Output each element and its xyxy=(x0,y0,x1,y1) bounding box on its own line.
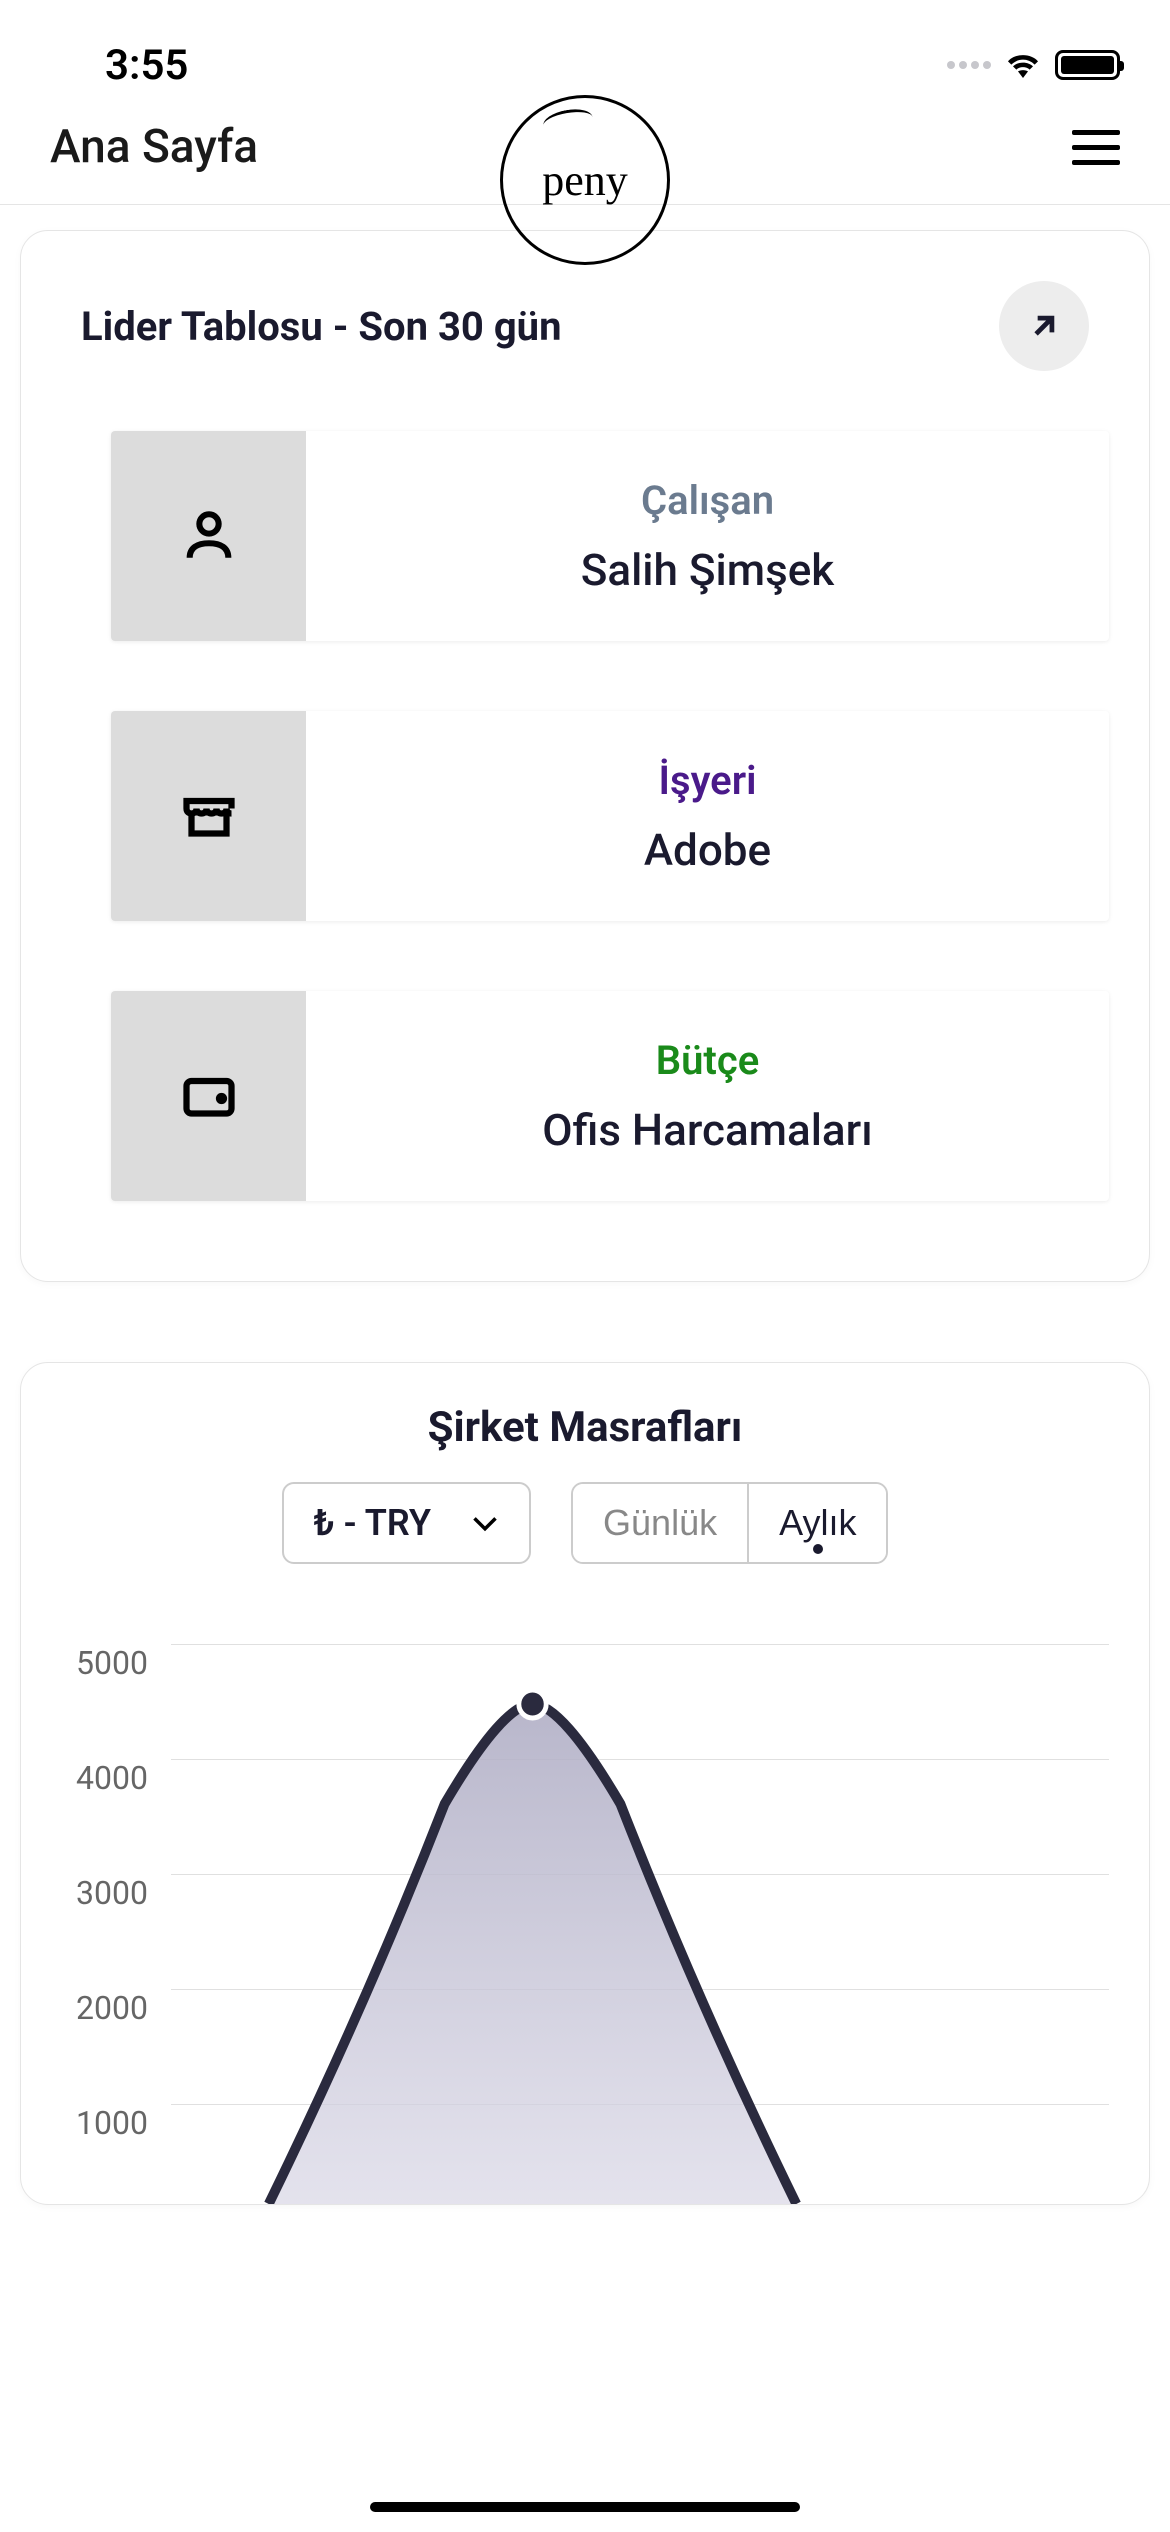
toggle-daily[interactable]: Günlük xyxy=(573,1484,749,1562)
y-tick: 2000 xyxy=(76,1989,148,2089)
card-header: Lider Tablosu - Son 30 gün xyxy=(61,281,1109,371)
y-tick: 5000 xyxy=(76,1644,148,1744)
leaderboard-title: Lider Tablosu - Son 30 gün xyxy=(81,303,562,350)
chart-controls: ₺ - TRY Günlük Aylık xyxy=(61,1482,1109,1564)
list-label: Bütçe xyxy=(656,1037,760,1084)
person-icon xyxy=(111,431,306,641)
arrow-up-right-icon xyxy=(1025,307,1063,345)
hamburger-menu-icon[interactable] xyxy=(1072,130,1120,165)
store-icon xyxy=(111,711,306,921)
list-content: Çalışan Salih Şimşek xyxy=(306,431,1109,641)
app-header: Ana Sayfa peny xyxy=(0,110,1170,205)
list-value: Salih Şimşek xyxy=(581,544,835,596)
list-value: Ofis Harcamaları xyxy=(542,1104,872,1156)
chart-peak-marker xyxy=(519,1690,546,1718)
list-value: Adobe xyxy=(644,824,771,876)
expenses-card: Şirket Masrafları ₺ - TRY Günlük Aylık 1… xyxy=(20,1362,1150,2205)
leaderboard-item-workplace[interactable]: İşyeri Adobe xyxy=(111,711,1109,921)
wallet-icon xyxy=(111,991,306,1201)
status-icons xyxy=(947,48,1120,82)
y-tick: 1000 xyxy=(76,2104,148,2204)
status-bar: 3:55 xyxy=(0,0,1170,110)
app-logo[interactable]: peny xyxy=(500,95,670,265)
y-tick: 4000 xyxy=(76,1759,148,1859)
chart-line xyxy=(171,1654,1109,2204)
list-label: İşyeri xyxy=(659,757,757,804)
chart-area: 1000 2000 3000 4000 5000 xyxy=(61,1644,1109,2204)
y-tick: 3000 xyxy=(76,1874,148,1974)
list-content: Bütçe Ofis Harcamaları xyxy=(306,991,1109,1201)
logo-circle: peny xyxy=(500,95,670,265)
chart-title: Şirket Masrafları xyxy=(61,1403,1109,1452)
list-content: İşyeri Adobe xyxy=(306,711,1109,921)
toggle-monthly[interactable]: Aylık xyxy=(749,1484,886,1562)
y-axis: 1000 2000 3000 4000 5000 xyxy=(76,1644,148,2204)
list-label: Çalışan xyxy=(641,477,774,524)
main-content: Lider Tablosu - Son 30 gün Çalışan Salih… xyxy=(0,205,1170,2230)
leaderboard-card: Lider Tablosu - Son 30 gün Çalışan Salih… xyxy=(20,230,1150,1282)
status-time: 3:55 xyxy=(105,41,188,90)
home-indicator[interactable] xyxy=(370,2502,800,2512)
battery-icon xyxy=(1055,50,1120,80)
leaderboard-item-budget[interactable]: Bütçe Ofis Harcamaları xyxy=(111,991,1109,1201)
cellular-dots-icon xyxy=(947,61,991,69)
currency-selector[interactable]: ₺ - TRY xyxy=(282,1482,532,1564)
wifi-icon xyxy=(1003,48,1043,82)
page-title: Ana Sayfa xyxy=(50,120,258,174)
chevron-down-icon xyxy=(471,1514,499,1532)
expand-button[interactable] xyxy=(999,281,1089,371)
period-toggle: Günlük Aylık xyxy=(571,1482,888,1564)
leaderboard-item-employee[interactable]: Çalışan Salih Şimşek xyxy=(111,431,1109,641)
currency-label: ₺ - TRY xyxy=(314,1502,432,1544)
